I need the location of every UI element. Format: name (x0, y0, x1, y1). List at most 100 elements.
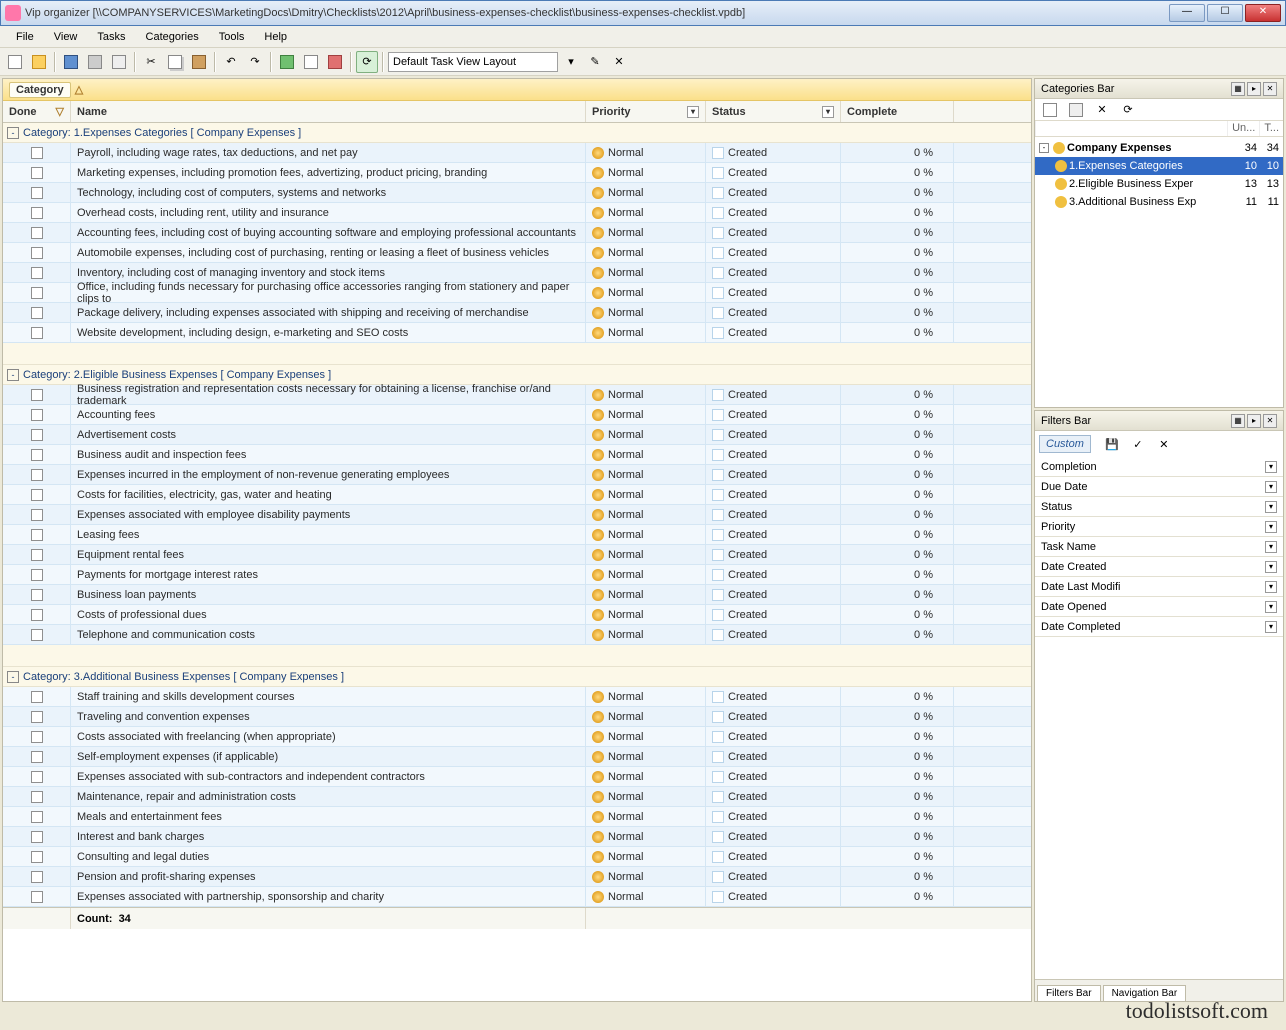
task-row[interactable]: Telephone and communication costsNormalC… (3, 625, 1031, 645)
done-checkbox[interactable] (31, 549, 43, 561)
done-checkbox[interactable] (31, 771, 43, 783)
toolbar-edittask-icon[interactable] (300, 51, 322, 73)
done-checkbox[interactable] (31, 851, 43, 863)
done-checkbox[interactable] (31, 489, 43, 501)
toolbar-deltask-icon[interactable] (324, 51, 346, 73)
filter-row[interactable]: Priority▾ (1035, 517, 1283, 537)
panel-menu-icon[interactable]: ▦ (1231, 414, 1245, 428)
task-row[interactable]: Marketing expenses, including promotion … (3, 163, 1031, 183)
group-by-bar[interactable]: Category △ (3, 79, 1031, 101)
task-row[interactable]: Accounting fees, including cost of buyin… (3, 223, 1031, 243)
filter-row[interactable]: Due Date▾ (1035, 477, 1283, 497)
cat-add-icon[interactable] (1039, 99, 1061, 121)
done-checkbox[interactable] (31, 569, 43, 581)
task-row[interactable]: Payroll, including wage rates, tax deduc… (3, 143, 1031, 163)
task-row[interactable]: Payments for mortgage interest ratesNorm… (3, 565, 1031, 585)
expand-icon[interactable]: - (7, 127, 19, 139)
menu-file[interactable]: File (8, 29, 42, 45)
done-checkbox[interactable] (31, 509, 43, 521)
task-row[interactable]: Expenses associated with employee disabi… (3, 505, 1031, 525)
done-checkbox[interactable] (31, 469, 43, 481)
toolbar-print-icon[interactable] (84, 51, 106, 73)
task-row[interactable]: Staff training and skills development co… (3, 687, 1031, 707)
menu-view[interactable]: View (46, 29, 86, 45)
menu-help[interactable]: Help (256, 29, 295, 45)
filter-row[interactable]: Task Name▾ (1035, 537, 1283, 557)
expand-icon[interactable]: - (7, 671, 19, 683)
task-row[interactable]: Business loan paymentsNormalCreated0 % (3, 585, 1031, 605)
done-checkbox[interactable] (31, 389, 43, 401)
done-checkbox[interactable] (31, 609, 43, 621)
done-checkbox[interactable] (31, 409, 43, 421)
toolbar-preview-icon[interactable] (108, 51, 130, 73)
filter-row[interactable]: Completion▾ (1035, 457, 1283, 477)
maximize-button[interactable]: ☐ (1207, 4, 1243, 22)
done-checkbox[interactable] (31, 167, 43, 179)
category-node[interactable]: 1.Expenses Categories1010 (1035, 157, 1283, 175)
task-row[interactable]: Website development, including design, e… (3, 323, 1031, 343)
task-row[interactable]: Maintenance, repair and administration c… (3, 787, 1031, 807)
done-checkbox[interactable] (31, 267, 43, 279)
filter-row[interactable]: Date Opened▾ (1035, 597, 1283, 617)
chevron-down-icon[interactable]: ▾ (1265, 461, 1277, 473)
expand-icon[interactable]: - (1039, 143, 1049, 153)
layout-combo[interactable]: Default Task View Layout (388, 52, 558, 72)
col-priority[interactable]: Priority▾ (586, 101, 706, 122)
chevron-down-icon[interactable]: ▾ (1265, 561, 1277, 573)
close-button[interactable]: ✕ (1245, 4, 1281, 22)
filter-apply-icon[interactable]: ✓ (1127, 433, 1149, 455)
done-checkbox[interactable] (31, 629, 43, 641)
task-row[interactable]: Costs associated with freelancing (when … (3, 727, 1031, 747)
filter-row[interactable]: Date Last Modifi▾ (1035, 577, 1283, 597)
done-checkbox[interactable] (31, 307, 43, 319)
task-row[interactable]: Advertisement costsNormalCreated0 % (3, 425, 1031, 445)
toolbar-layout-tool-icon[interactable]: ✎ (584, 51, 606, 73)
done-checkbox[interactable] (31, 187, 43, 199)
menu-tools[interactable]: Tools (211, 29, 253, 45)
chevron-down-icon[interactable]: ▾ (1265, 621, 1277, 633)
menu-categories[interactable]: Categories (138, 29, 207, 45)
done-checkbox[interactable] (31, 287, 43, 299)
done-checkbox[interactable] (31, 691, 43, 703)
col-status[interactable]: Status▾ (706, 101, 841, 122)
category-node[interactable]: 2.Eligible Business Exper1313 (1035, 175, 1283, 193)
panel-close-icon[interactable]: ✕ (1263, 414, 1277, 428)
filter-row[interactable]: Status▾ (1035, 497, 1283, 517)
group-header[interactable]: -Category: 3.Additional Business Expense… (3, 667, 1031, 687)
done-checkbox[interactable] (31, 871, 43, 883)
toolbar-copy-icon[interactable] (164, 51, 186, 73)
col-name[interactable]: Name (71, 101, 586, 122)
chevron-down-icon[interactable]: ▾ (1265, 481, 1277, 493)
toolbar-cut-icon[interactable]: ✂ (140, 51, 162, 73)
panel-pin-icon[interactable]: ▸ (1247, 82, 1261, 96)
task-row[interactable]: Expenses associated with sub-contractors… (3, 767, 1031, 787)
toolbar-save-icon[interactable] (60, 51, 82, 73)
done-checkbox[interactable] (31, 811, 43, 823)
minimize-button[interactable]: — (1169, 4, 1205, 22)
done-checkbox[interactable] (31, 247, 43, 259)
done-checkbox[interactable] (31, 207, 43, 219)
toolbar-paste-icon[interactable] (188, 51, 210, 73)
toolbar-refresh-icon[interactable]: ⟳ (356, 51, 378, 73)
task-row[interactable]: Equipment rental feesNormalCreated0 % (3, 545, 1031, 565)
done-checkbox[interactable] (31, 731, 43, 743)
task-row[interactable]: Automobile expenses, including cost of p… (3, 243, 1031, 263)
task-row[interactable]: Traveling and convention expensesNormalC… (3, 707, 1031, 727)
filter-clear-icon[interactable]: ✕ (1153, 433, 1175, 455)
task-row[interactable]: Business audit and inspection feesNormal… (3, 445, 1031, 465)
chevron-down-icon[interactable]: ▾ (1265, 581, 1277, 593)
group-chip[interactable]: Category (9, 82, 71, 98)
task-row[interactable]: Overhead costs, including rent, utility … (3, 203, 1031, 223)
task-row[interactable]: Leasing feesNormalCreated0 % (3, 525, 1031, 545)
cat-del-icon[interactable]: ✕ (1091, 99, 1113, 121)
panel-pin-icon[interactable]: ▸ (1247, 414, 1261, 428)
group-header[interactable]: -Category: 1.Expenses Categories [ Compa… (3, 123, 1031, 143)
task-row[interactable]: Interest and bank chargesNormalCreated0 … (3, 827, 1031, 847)
done-checkbox[interactable] (31, 429, 43, 441)
chevron-down-icon[interactable]: ▾ (1265, 601, 1277, 613)
expand-icon[interactable]: - (7, 369, 19, 381)
chevron-down-icon[interactable]: ▾ (1265, 541, 1277, 553)
done-checkbox[interactable] (31, 589, 43, 601)
task-row[interactable]: Costs of professional duesNormalCreated0… (3, 605, 1031, 625)
done-checkbox[interactable] (31, 891, 43, 903)
